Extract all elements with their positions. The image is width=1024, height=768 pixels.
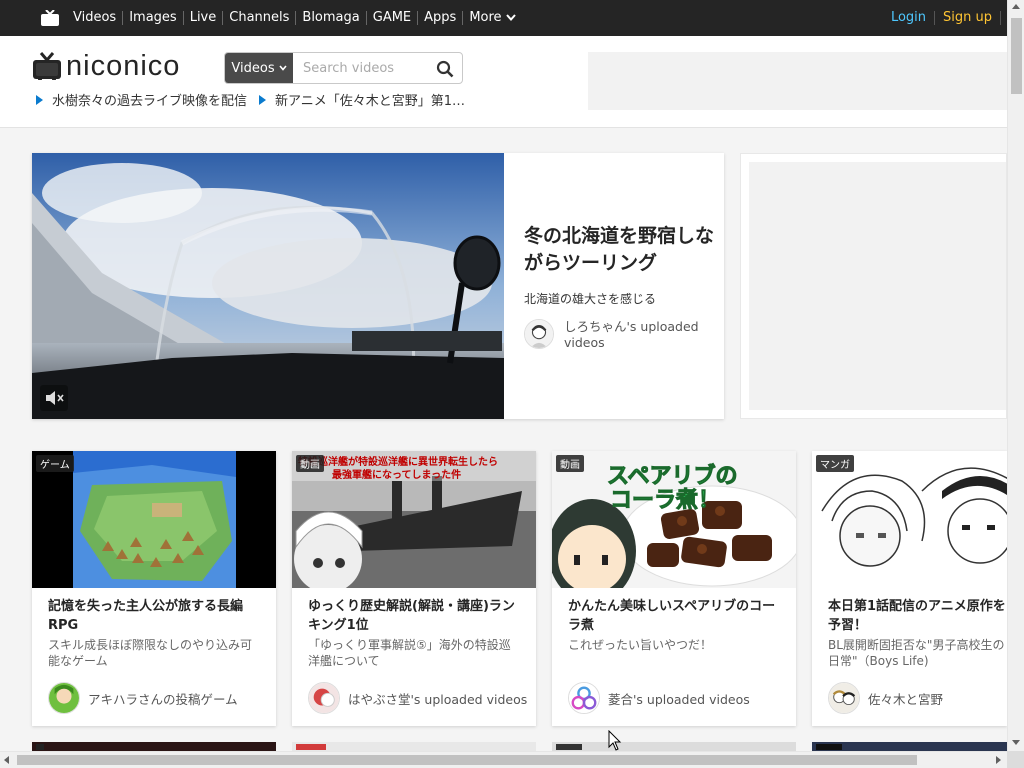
- avatar: [48, 682, 80, 714]
- news-ticker: 水樹奈々の過去ライブ映像を配信 新アニメ「佐々木と宮野」第1…: [36, 90, 465, 109]
- category-badge: 動画: [296, 455, 324, 472]
- card-owner-name: はやぶさ堂's uploaded videos: [348, 691, 528, 707]
- logo-text: niconico: [66, 50, 181, 82]
- category-badge: ゲーム: [36, 455, 74, 472]
- card-description: BL展開断固拒否な"男子高校生の日常"（Boys Life): [828, 638, 1005, 668]
- news-item[interactable]: 新アニメ「佐々木と宮野」第1…: [259, 90, 465, 109]
- recommend-card[interactable]: マンガ 本日第1話配信のアニメ原作を予習！ BL展開断固拒否な"男子高校生の日常…: [812, 451, 1007, 726]
- search-category-select[interactable]: Videos: [225, 53, 293, 83]
- card-description: 「ゆっくり軍事解説⑤」海外の特設巡洋艦について: [308, 638, 511, 668]
- nav-apps[interactable]: Apps: [417, 11, 462, 25]
- chevron-down-icon: [505, 14, 516, 22]
- site-header: niconico Videos 水樹奈々の過去ライブ映像を配信 新アニメ「佐々木…: [0, 36, 1007, 128]
- recommend-card[interactable]: 特設巡洋艦が特設巡洋艦に異世界転生したら 最強軍艦になってしまった件 動画 ゆっ…: [292, 451, 536, 726]
- nav-channels[interactable]: Channels: [222, 11, 295, 25]
- niconico-logo[interactable]: niconico: [32, 50, 212, 82]
- card-title[interactable]: かんたん美味しいスペアリブのコーラ煮: [568, 597, 786, 635]
- niconico-tv-icon[interactable]: [40, 10, 60, 26]
- scrollbar-thumb[interactable]: [1011, 18, 1022, 94]
- horizontal-scrollbar[interactable]: [0, 751, 1007, 768]
- avatar: [828, 682, 860, 714]
- top-bar: Videos Images Live Channels Blomaga GAME…: [0, 0, 1007, 36]
- search-box: Videos: [224, 52, 463, 84]
- search-category-label: Videos: [231, 60, 275, 76]
- triangle-right-icon: [259, 94, 267, 105]
- nav-more-label: More: [469, 10, 502, 25]
- chevron-down-icon: [278, 65, 287, 71]
- mouse-cursor-icon: [608, 730, 622, 751]
- nav-more-button[interactable]: More: [462, 11, 521, 25]
- featured-video[interactable]: 冬の北海道を野宿しながらツーリング 北海道の雄大さを感じる しろちゃん's up…: [32, 153, 724, 419]
- nav-live[interactable]: Live: [182, 11, 223, 25]
- nav-videos[interactable]: Videos: [73, 11, 122, 25]
- scroll-down-arrow-icon[interactable]: [1012, 740, 1020, 745]
- avatar: [568, 682, 600, 714]
- vertical-scrollbar[interactable]: [1007, 0, 1024, 751]
- card-owner-name: 佐々木と宮野: [868, 691, 944, 707]
- card-owner-name: 菱合's uploaded videos: [608, 691, 750, 707]
- nav-game[interactable]: GAME: [365, 11, 417, 25]
- login-link[interactable]: Login: [883, 11, 936, 25]
- card-description: これぜったい旨いやつだ！: [568, 638, 713, 652]
- featured-title[interactable]: 冬の北海道を野宿しながらツーリング: [524, 223, 714, 277]
- card-thumbnail[interactable]: スペアリブの コーラ煮！: [552, 451, 796, 588]
- card-owner[interactable]: はやぶさ堂's uploaded videos: [308, 682, 527, 714]
- scroll-right-arrow-icon[interactable]: [996, 756, 1001, 764]
- featured-owner-name: しろちゃん's uploaded videos: [564, 319, 699, 350]
- thumbnail-caption: 最強軍艦になってしまった件: [332, 468, 461, 481]
- card-owner-name: アキハラさんの投稿ゲーム: [88, 691, 238, 707]
- card-owner[interactable]: 菱合's uploaded videos: [568, 682, 750, 714]
- news-item[interactable]: 水樹奈々の過去ライブ映像を配信: [36, 90, 247, 109]
- scroll-left-arrow-icon[interactable]: [4, 756, 9, 764]
- recommend-card[interactable]: スペアリブの コーラ煮！ 動画 かんたん美味しいスペアリブのコーラ煮 これぜった…: [552, 451, 796, 726]
- signup-link[interactable]: Sign up: [935, 11, 1001, 25]
- page: Videos Images Live Channels Blomaga GAME…: [0, 0, 1024, 768]
- avatar: [308, 682, 340, 714]
- search-input[interactable]: [303, 59, 433, 77]
- news-item-label: 水樹奈々の過去ライブ映像を配信: [52, 94, 248, 109]
- header-ad-slot: [588, 52, 1007, 110]
- avatar: [524, 319, 554, 349]
- card-owner[interactable]: アキハラさんの投稿ゲーム: [48, 682, 238, 714]
- card-owner[interactable]: 佐々木と宮野: [828, 682, 943, 714]
- category-badge: マンガ: [816, 455, 854, 472]
- mute-icon[interactable]: [40, 385, 68, 411]
- card-title[interactable]: ゆっくり歴史解説(解説・講座)ランキング1位: [308, 597, 526, 635]
- scrollbar-corner: [1007, 751, 1024, 768]
- thumbnail-caption: 特設巡洋艦が特設巡洋艦に異世界転生したら: [298, 455, 498, 468]
- featured-owner[interactable]: しろちゃん's uploaded videos: [524, 319, 714, 351]
- triangle-right-icon: [36, 94, 43, 105]
- recommend-card[interactable]: ゲーム 記憶を失った主人公が旅する長編RPG スキル成長ほぼ際限なしのやり込み可…: [32, 451, 276, 726]
- logo-tv-icon: [33, 52, 61, 80]
- thumbnail-caption: スペアリブの: [607, 463, 737, 489]
- scrollbar-thumb[interactable]: [17, 755, 917, 765]
- scroll-up-arrow-icon[interactable]: [1012, 4, 1020, 9]
- news-item-label: 新アニメ「佐々木と宮野」第1…: [275, 94, 466, 109]
- featured-video-player[interactable]: [32, 153, 504, 419]
- card-description: スキル成長ほぼ際限なしのやり込み可能なゲーム: [48, 638, 253, 668]
- nav-blomaga[interactable]: Blomaga: [295, 11, 365, 25]
- card-title[interactable]: 本日第1話配信のアニメ原作を予習！: [828, 597, 1006, 635]
- thumbnail-caption: コーラ煮！: [610, 487, 720, 513]
- global-nav: Videos Images Live Channels Blomaga GAME…: [73, 0, 522, 36]
- side-ad-slot: [740, 153, 1007, 419]
- card-title[interactable]: 記憶を失った主人公が旅する長編RPG: [48, 597, 266, 635]
- featured-description: 北海道の雄大さを感じる: [524, 292, 657, 306]
- category-badge: 動画: [556, 455, 584, 472]
- card-thumbnail[interactable]: 特設巡洋艦が特設巡洋艦に異世界転生したら 最強軍艦になってしまった件: [292, 451, 536, 588]
- account-links: Login Sign up: [883, 0, 1007, 36]
- nav-images[interactable]: Images: [122, 11, 183, 25]
- search-icon[interactable]: [436, 60, 454, 78]
